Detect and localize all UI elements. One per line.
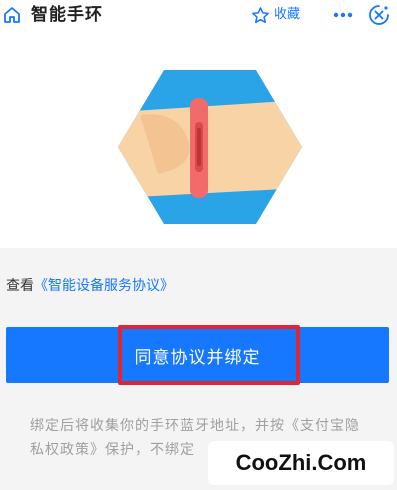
- header-bar: 智能手环 收藏: [0, 0, 397, 32]
- close-icon[interactable]: [367, 3, 391, 27]
- favorite-label: 收藏: [274, 7, 301, 22]
- agreement-line: 查看《智能设备服务协议》: [6, 276, 174, 296]
- page-title: 智能手环: [31, 5, 103, 25]
- smart-band-illustration: [118, 70, 302, 224]
- star-icon: [252, 6, 269, 23]
- home-icon[interactable]: [2, 5, 22, 25]
- favorite-button[interactable]: 收藏: [251, 4, 300, 26]
- agreement-prefix: 查看: [6, 278, 34, 294]
- watermark: CooZhi.Com: [208, 441, 394, 485]
- agree-and-bind-button[interactable]: 同意协议并绑定: [6, 325, 389, 385]
- agreement-link[interactable]: 《智能设备服务协议》: [34, 278, 174, 294]
- page: 智能手环 收藏 查看《智能设备服务协议》 同意协议并绑定 绑定后将收集你的手环蓝…: [0, 0, 397, 490]
- privacy-note-line-1: 绑定后将收集你的手环蓝牙地址，并按《支付宝隐: [30, 418, 360, 434]
- agree-and-bind-label: 同意协议并绑定: [134, 347, 261, 368]
- more-icon[interactable]: [331, 4, 355, 26]
